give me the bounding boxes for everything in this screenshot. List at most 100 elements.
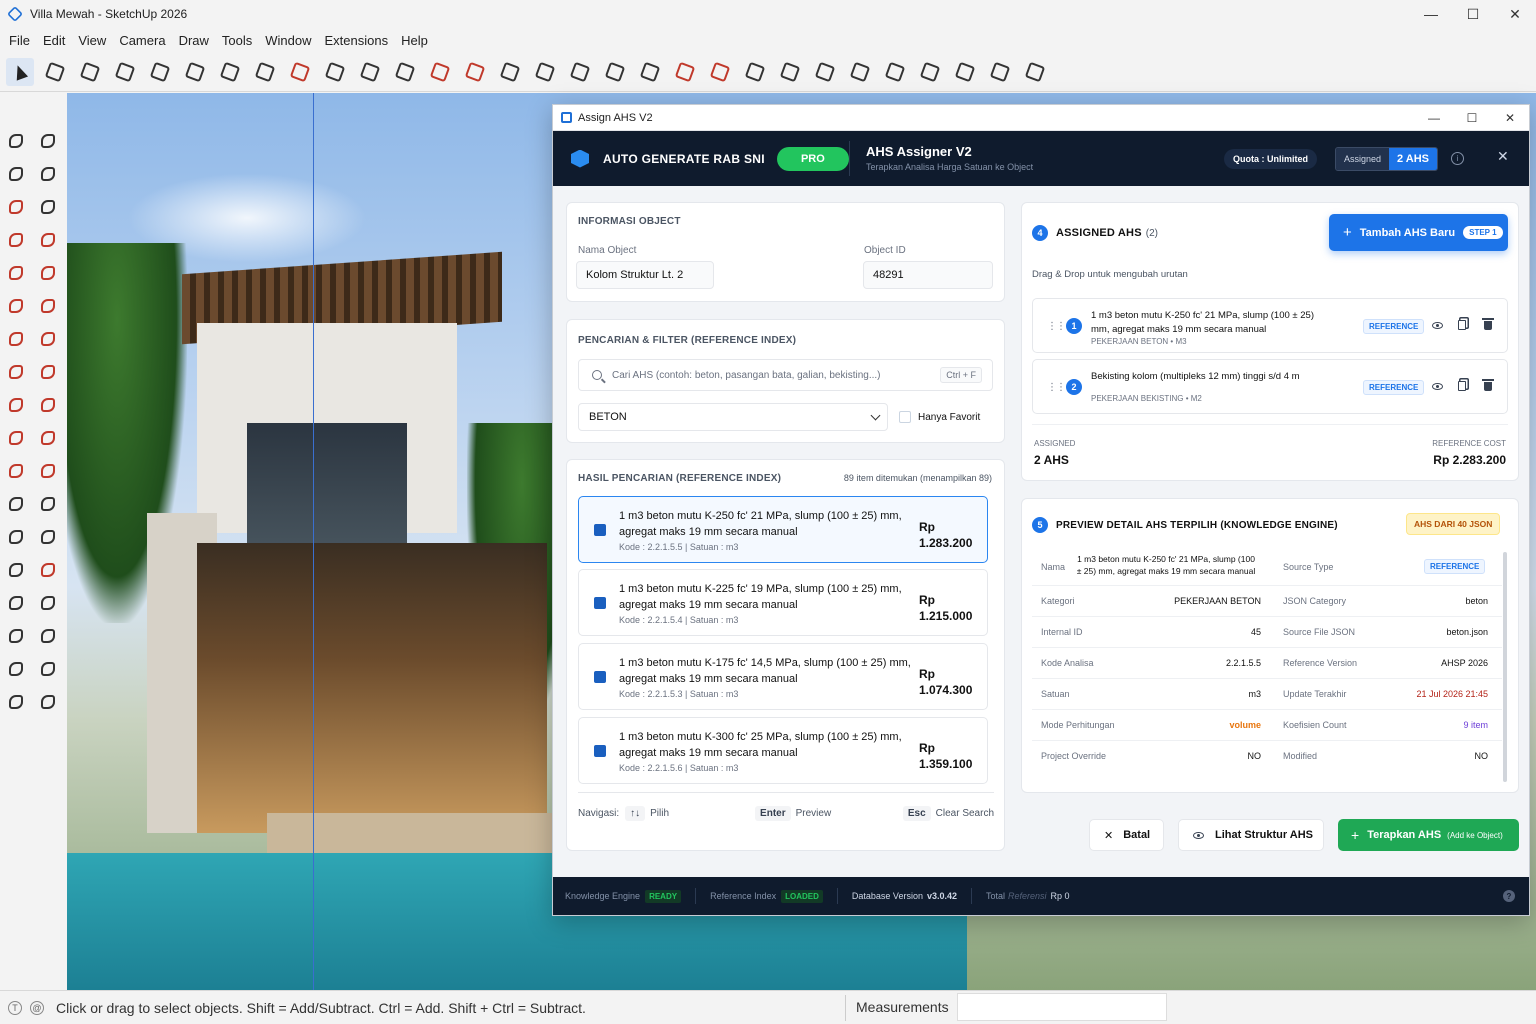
result-item[interactable]: 1 m3 beton mutu K-225 fc' 19 MPa, slump …: [578, 569, 988, 636]
palette-move-icon[interactable]: [2, 393, 30, 417]
section-plane-tool-icon[interactable]: [671, 58, 699, 86]
dimension-tool-icon[interactable]: [531, 58, 559, 86]
drag-handle-icon[interactable]: ⋮⋮: [1047, 321, 1066, 332]
preview-eye-icon[interactable]: [1430, 379, 1444, 393]
zoom-extents-tool-icon[interactable]: [811, 58, 839, 86]
drag-handle-icon[interactable]: ⋮⋮: [1047, 382, 1066, 393]
palette-sample-icon[interactable]: [34, 195, 62, 219]
geo-location-icon[interactable]: T: [8, 1000, 22, 1015]
palette-freehand-icon[interactable]: [34, 228, 62, 252]
menu-extensions[interactable]: Extensions: [320, 33, 394, 48]
menu-help[interactable]: Help: [396, 33, 433, 48]
scenes-tool-icon[interactable]: [951, 58, 979, 86]
palette-line-icon[interactable]: [2, 228, 30, 252]
palette-rotated-rect-icon[interactable]: [34, 261, 62, 285]
palette-lasso-icon[interactable]: [34, 129, 62, 153]
palette-polygon-icon[interactable]: [34, 294, 62, 318]
palette-pie-icon[interactable]: [34, 360, 62, 384]
cancel-button[interactable]: ✕ Batal: [1089, 819, 1164, 851]
result-checkbox[interactable]: [594, 745, 606, 757]
palette-tape-icon[interactable]: [2, 492, 30, 516]
assigned-item[interactable]: ⋮⋮ 1 1 m3 beton mutu K-250 fc' 21 MPa, s…: [1032, 298, 1508, 353]
palette-orbit-icon[interactable]: [34, 591, 62, 615]
palette-section-icon[interactable]: [2, 591, 30, 615]
warehouse-tool-icon[interactable]: [846, 58, 874, 86]
rotate-tool-icon[interactable]: [426, 58, 454, 86]
maximize-button[interactable]: ☐: [1452, 0, 1494, 28]
palette-walk-icon[interactable]: [34, 690, 62, 714]
dialog-close-button[interactable]: ✕: [1491, 105, 1529, 131]
result-item[interactable]: 1 m3 beton mutu K-300 fc' 25 MPa, slump …: [578, 717, 988, 784]
palette-rectangle-icon[interactable]: [2, 261, 30, 285]
view-structure-button[interactable]: Lihat Struktur AHS: [1178, 819, 1324, 851]
assigned-item[interactable]: ⋮⋮ 2 Bekisting kolom (multipleks 12 mm) …: [1032, 359, 1508, 414]
result-item[interactable]: 1 m3 beton mutu K-250 fc' 21 MPa, slump …: [578, 496, 988, 563]
object-id-field[interactable]: 48291: [863, 261, 993, 289]
delete-trash-icon[interactable]: [1481, 378, 1495, 393]
palette-zoom-extents-icon[interactable]: [34, 657, 62, 681]
menu-draw[interactable]: Draw: [174, 33, 214, 48]
palette-3pt-arc-icon[interactable]: [2, 360, 30, 384]
pan-tool-icon[interactable]: [741, 58, 769, 86]
header-close-icon[interactable]: ✕: [1497, 148, 1509, 165]
push-pull-tool-icon[interactable]: [216, 58, 244, 86]
result-checkbox[interactable]: [594, 597, 606, 609]
minimize-button[interactable]: —: [1410, 0, 1452, 28]
duplicate-icon[interactable]: [1455, 379, 1469, 393]
export-tool-icon[interactable]: [1021, 58, 1049, 86]
protractor-tool-icon[interactable]: [566, 58, 594, 86]
palette-rotate-icon[interactable]: [2, 426, 30, 450]
dialog-maximize-button[interactable]: ☐: [1453, 105, 1491, 131]
close-button[interactable]: ✕: [1494, 0, 1536, 28]
palette-protractor-icon[interactable]: [2, 525, 30, 549]
group-tool-icon[interactable]: [356, 58, 384, 86]
result-checkbox[interactable]: [594, 524, 606, 536]
component-tool-icon[interactable]: [321, 58, 349, 86]
extension-manager-icon[interactable]: [881, 58, 909, 86]
line-tool-icon[interactable]: [181, 58, 209, 86]
palette-tag-icon[interactable]: [2, 195, 30, 219]
menu-camera[interactable]: Camera: [114, 33, 170, 48]
result-checkbox[interactable]: [594, 671, 606, 683]
palette-circle-icon[interactable]: [2, 294, 30, 318]
offset-tool-icon[interactable]: [286, 58, 314, 86]
palette-scale-icon[interactable]: [2, 459, 30, 483]
palette-arc-icon[interactable]: [2, 327, 30, 351]
palette-axes-icon[interactable]: [2, 558, 30, 582]
select-tool-icon[interactable]: [6, 57, 34, 86]
axes-tool-icon[interactable]: [636, 58, 664, 86]
styles-tool-icon[interactable]: [986, 58, 1014, 86]
menu-edit[interactable]: Edit: [38, 33, 70, 48]
palette-offset-icon[interactable]: [34, 459, 62, 483]
credits-icon[interactable]: @: [30, 1000, 44, 1015]
tape-measure-tool-icon[interactable]: [496, 58, 524, 86]
help-icon[interactable]: ?: [1503, 890, 1515, 902]
favorite-filter[interactable]: Hanya Favorit: [899, 411, 980, 423]
palette-pushpull-icon[interactable]: [34, 393, 62, 417]
palette-text-icon[interactable]: [34, 525, 62, 549]
palette-2pt-arc-icon[interactable]: [34, 327, 62, 351]
measurements-input[interactable]: [957, 993, 1167, 1021]
favorite-checkbox[interactable]: [899, 411, 911, 423]
zoom-tool-icon[interactable]: [776, 58, 804, 86]
palette-zoom-icon[interactable]: [34, 624, 62, 648]
dialog-minimize-button[interactable]: —: [1415, 105, 1453, 131]
eraser-tool-icon[interactable]: [41, 58, 69, 86]
scale-tool-icon[interactable]: [461, 58, 489, 86]
palette-position-camera-icon[interactable]: [2, 690, 30, 714]
layout-tool-icon[interactable]: [916, 58, 944, 86]
menu-file[interactable]: File: [4, 33, 35, 48]
move-tool-icon[interactable]: [391, 58, 419, 86]
detail-scrollbar[interactable]: [1503, 552, 1507, 782]
result-item[interactable]: 1 m3 beton mutu K-175 fc' 14,5 MPa, slum…: [578, 643, 988, 710]
preview-eye-icon[interactable]: [1430, 318, 1444, 332]
menu-window[interactable]: Window: [260, 33, 316, 48]
apply-ahs-button[interactable]: + Terapkan AHS (Add ke Object): [1338, 819, 1519, 851]
object-name-field[interactable]: Kolom Struktur Lt. 2: [576, 261, 714, 289]
search-input[interactable]: Cari AHS (contoh: beton, pasangan bata, …: [578, 359, 993, 391]
menu-tools[interactable]: Tools: [217, 33, 257, 48]
rectangle-tool-icon[interactable]: [146, 58, 174, 86]
text-tool-icon[interactable]: [601, 58, 629, 86]
info-icon[interactable]: i: [1451, 152, 1464, 165]
palette-paint-icon[interactable]: [2, 162, 30, 186]
